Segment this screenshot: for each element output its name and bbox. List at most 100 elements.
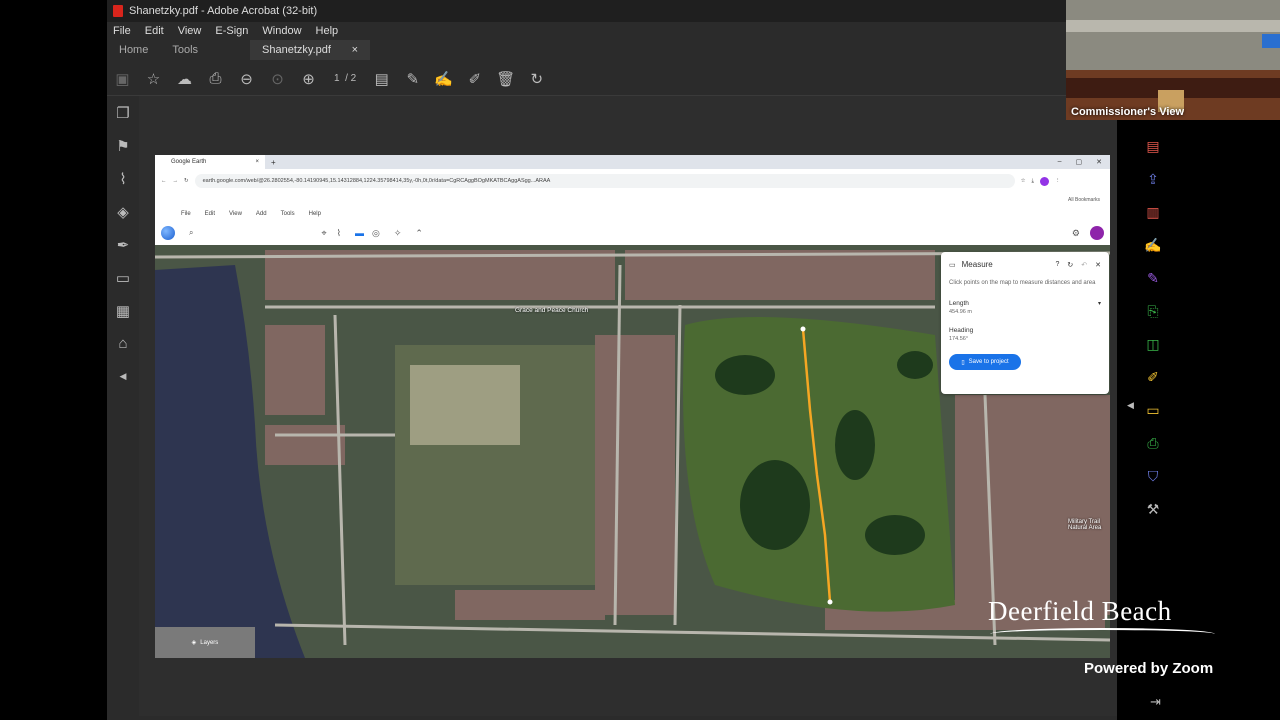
- save-to-project-button[interactable]: ▯ Save to project: [949, 354, 1021, 370]
- collapse-right-icon[interactable]: ◀: [1127, 400, 1134, 411]
- earth-menu-add[interactable]: Add: [256, 211, 267, 217]
- ruler-icon[interactable]: ▬: [355, 228, 364, 238]
- more-tools-icon[interactable]: ⚒: [1137, 493, 1169, 526]
- undo-icon[interactable]: ↶: [1081, 261, 1087, 269]
- fill-sign-icon[interactable]: ✎: [1137, 262, 1169, 295]
- close-icon[interactable]: ✕: [1095, 261, 1101, 269]
- compare-files-icon[interactable]: ◫: [1137, 328, 1169, 361]
- trash-icon[interactable]: 🗑: [490, 64, 521, 94]
- minimize-icon[interactable]: –: [1058, 158, 1062, 166]
- earth-avatar[interactable]: [1090, 226, 1104, 240]
- print-icon[interactable]: ⎙: [200, 64, 231, 94]
- menu-esign[interactable]: E-Sign: [215, 25, 248, 37]
- commissioner-camera-video: [1066, 0, 1280, 120]
- request-signature-icon[interactable]: ✍: [1137, 229, 1169, 262]
- earth-menu-bar: File Edit View Add Tools Help: [155, 207, 1110, 221]
- url-field[interactable]: earth.google.com/web/@26.2802554,-80.141…: [194, 174, 1015, 188]
- tab-tools[interactable]: Tools: [160, 40, 210, 60]
- save-icon[interactable]: ▣: [107, 64, 138, 94]
- page-up-icon[interactable]: ⊙: [262, 64, 293, 94]
- help-icon[interactable]: ?: [1055, 261, 1059, 269]
- page-down-icon[interactable]: ⊕: [293, 64, 324, 94]
- bookmark-star-icon[interactable]: ☆: [1021, 178, 1026, 184]
- download-icon[interactable]: ⤓: [1032, 178, 1034, 185]
- length-label: Length: [949, 300, 969, 307]
- satellite-icon[interactable]: ✧: [394, 228, 402, 239]
- scan-ocr-icon[interactable]: ⎘: [1137, 295, 1169, 328]
- path-icon[interactable]: ⌇: [337, 228, 341, 239]
- logo-swoosh-icon: [990, 628, 1215, 640]
- browser-tab-strip: Google Earth × + – ▢ ✕: [155, 155, 1110, 169]
- create-pdf-icon[interactable]: ▤: [1137, 130, 1169, 163]
- menu-file[interactable]: File: [113, 25, 131, 37]
- organize-pages-icon[interactable]: ▥: [1137, 196, 1169, 229]
- forward-icon[interactable]: →: [173, 178, 179, 184]
- edit-pdf-icon[interactable]: ✐: [1137, 361, 1169, 394]
- print-production-icon[interactable]: ⎙: [1137, 427, 1169, 460]
- sign-icon[interactable]: ✒: [107, 228, 139, 261]
- tag-icon[interactable]: ⌂: [107, 327, 139, 360]
- document-icon[interactable]: ▭: [107, 261, 139, 294]
- browser-tab[interactable]: Google Earth ×: [155, 155, 265, 169]
- settings-icon[interactable]: ⚙: [1072, 228, 1080, 239]
- menu-bar: File Edit View E-Sign Window Help: [107, 22, 1117, 40]
- menu-window[interactable]: Window: [262, 25, 301, 37]
- collapse-left-icon[interactable]: ◀: [107, 360, 139, 393]
- upload-cloud-icon[interactable]: ☁: [169, 64, 200, 94]
- all-bookmarks[interactable]: All Bookmarks: [1068, 197, 1100, 203]
- search-icon[interactable]: ⌕: [189, 228, 193, 238]
- star-icon[interactable]: ☆: [138, 64, 169, 94]
- placemark-icon[interactable]: ⌖: [321, 228, 326, 239]
- tab-document[interactable]: Shanetzky.pdf ×: [250, 40, 371, 60]
- measure-panel: ▭ Measure ? ↻ ↶ ✕ Click points on the ma…: [941, 252, 1109, 394]
- menu-view[interactable]: View: [178, 25, 202, 37]
- profile-avatar[interactable]: [1039, 176, 1049, 186]
- reload-icon[interactable]: ↻: [184, 178, 189, 184]
- maximize-icon[interactable]: ▢: [1076, 158, 1083, 166]
- export-pdf-icon[interactable]: ⇪: [1137, 163, 1169, 196]
- highlight-pen-icon[interactable]: ✎: [397, 64, 428, 94]
- comment-tool-icon[interactable]: ▭: [1137, 394, 1169, 427]
- earth-menu-file[interactable]: File: [181, 211, 191, 217]
- attachment-icon[interactable]: ⌇: [107, 162, 139, 195]
- collapse-toolbar-icon[interactable]: ⌃: [415, 228, 423, 239]
- earth-menu-tools[interactable]: Tools: [281, 211, 295, 217]
- compare-icon[interactable]: ▦: [107, 294, 139, 327]
- pages-icon[interactable]: ❐: [107, 96, 139, 129]
- new-tab-button[interactable]: +: [271, 158, 276, 167]
- page-current[interactable]: 1: [334, 73, 340, 84]
- draw-icon[interactable]: ✍: [428, 64, 459, 94]
- page-total: / 2: [345, 73, 357, 84]
- edit-text-icon[interactable]: ✐: [459, 64, 490, 94]
- earth-menu-view[interactable]: View: [229, 211, 242, 217]
- redo-icon[interactable]: ↻: [521, 64, 552, 94]
- menu-edit[interactable]: Edit: [145, 25, 164, 37]
- earth-toolbar: ⌕ ⌖ ⌇ ▬ ◎ ✧ ⌃ ⚙: [155, 221, 1110, 245]
- protect-icon[interactable]: ⛉: [1137, 460, 1169, 493]
- measure-start-point: [800, 326, 806, 332]
- unit-dropdown-icon[interactable]: ▾: [1098, 300, 1101, 307]
- menu-help[interactable]: Help: [316, 25, 339, 37]
- layers-button[interactable]: ◈ Layers: [155, 627, 255, 658]
- layers-icon[interactable]: ◈: [107, 195, 139, 228]
- back-icon[interactable]: ←: [161, 178, 167, 184]
- comment-icon[interactable]: ▤: [366, 64, 397, 94]
- earth-logo-icon[interactable]: [161, 226, 175, 240]
- tab-home[interactable]: Home: [107, 40, 160, 60]
- measure-end-point: [827, 599, 833, 605]
- zoom-out-icon[interactable]: ⊖: [231, 64, 262, 94]
- pdf-file-icon: [113, 5, 123, 17]
- earth-menu-edit[interactable]: Edit: [205, 211, 215, 217]
- bookmark-icon[interactable]: ⚑: [107, 129, 139, 162]
- refresh-icon[interactable]: ↻: [1067, 261, 1073, 269]
- layers-label: Layers: [200, 639, 219, 646]
- close-window-icon[interactable]: ✕: [1096, 158, 1102, 166]
- earth-menu-help[interactable]: Help: [309, 211, 321, 217]
- browser-tab-close-icon[interactable]: ×: [255, 159, 259, 165]
- measure-icon[interactable]: ◎: [372, 228, 380, 239]
- sidebar-expand-icon[interactable]: ⇥: [1150, 694, 1161, 710]
- page-indicator[interactable]: 1 / 2: [334, 73, 356, 84]
- tab-bar: Home Tools Shanetzky.pdf ×: [107, 40, 1117, 60]
- more-icon[interactable]: ⋮: [1055, 178, 1061, 184]
- close-tab-button[interactable]: ×: [352, 40, 358, 60]
